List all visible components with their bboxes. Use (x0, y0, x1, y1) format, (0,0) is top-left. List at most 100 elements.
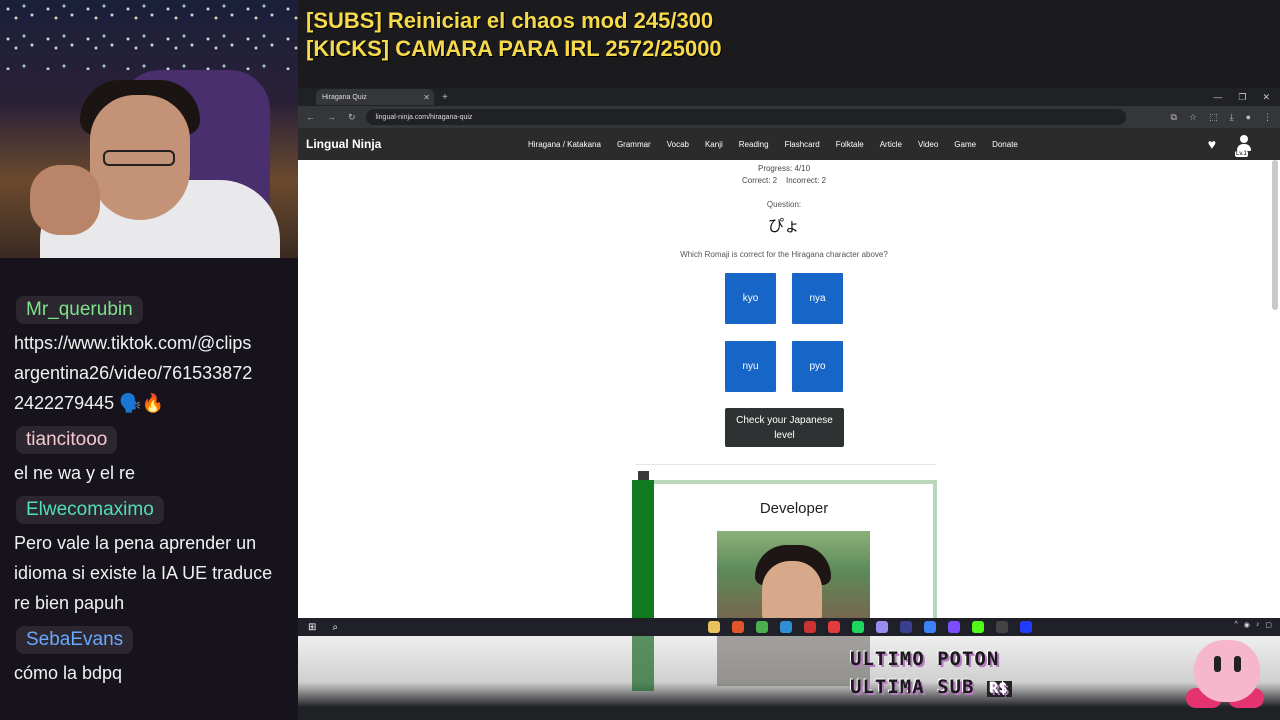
play-icon[interactable] (972, 621, 984, 633)
network-icon[interactable]: ◉ (1244, 621, 1250, 629)
file-explorer-icon[interactable] (708, 621, 720, 633)
url-field[interactable]: lingual-ninja.com/hiragana-quiz (365, 109, 1126, 125)
window-controls: — ❐ ✕ (1213, 92, 1270, 103)
nav-kanji[interactable]: Kanji (705, 140, 723, 149)
user-icon[interactable]: Lv.1 (1235, 135, 1252, 157)
menu-kebab-icon[interactable]: ⋮ (1263, 112, 1272, 123)
nav-grammar[interactable]: Grammar (617, 140, 651, 149)
answer-button-nya[interactable]: nya (792, 273, 843, 324)
blurred-green-bar (632, 636, 654, 691)
question-label: Question: (766, 200, 802, 209)
minimize-icon[interactable]: — (1213, 92, 1222, 103)
nav-game[interactable]: Game (954, 140, 976, 149)
overlay-last-poton: ULTIMO POTON (850, 648, 1000, 670)
steam-icon[interactable] (900, 621, 912, 633)
close-window-icon[interactable]: ✕ (1262, 92, 1270, 103)
notification-icon[interactable]: ▢ (1265, 621, 1272, 629)
webcam-feed (0, 0, 298, 258)
site-logo[interactable]: Lingual Ninja (306, 137, 381, 151)
windows-start-icon[interactable]: ⊞ (308, 622, 316, 633)
system-tray: ^ ◉ ♪ ▢ (1234, 621, 1272, 629)
brave-icon[interactable] (828, 621, 840, 633)
volume-icon[interactable]: ♪ (1256, 621, 1260, 629)
translate-icon[interactable]: ⧉ (1171, 112, 1177, 123)
score-text: Correct: 2 Incorrect: 2 (298, 176, 1270, 185)
level-badge: Lv.1 (1235, 151, 1248, 157)
extensions-icon[interactable]: ⬚ (1209, 112, 1218, 123)
edge-icon[interactable] (780, 621, 792, 633)
nav-donate[interactable]: Donate (992, 140, 1018, 149)
chat-text: https://www.tiktok.com/@clips argentina2… (14, 333, 253, 413)
nav-hiragana-katakana[interactable]: Hiragana / Katakana (528, 140, 601, 149)
telegram-icon[interactable] (924, 621, 936, 633)
chat-message: Mr_querubin https://www.tiktok.com/@clip… (0, 288, 298, 418)
nav-vocab[interactable]: Vocab (667, 140, 689, 149)
question-character: ぴょ (767, 218, 800, 235)
discord-icon[interactable] (948, 621, 960, 633)
chat-text: el ne wa y el re (14, 463, 136, 483)
forward-icon[interactable]: → (327, 112, 336, 123)
address-bar: ← → ↻ lingual-ninja.com/hiragana-quiz ⧉ … (298, 106, 1280, 128)
glasses (103, 150, 175, 166)
close-tab-icon[interactable]: ✕ (423, 93, 430, 102)
browser-window: Hiragana Quiz ✕ + — ❐ ✕ ← → ↻ lingual-ni… (298, 88, 1280, 631)
blurred-photo (717, 636, 870, 686)
url-text: lingual-ninja.com/hiragana-quiz (375, 113, 473, 121)
kicks-goal-text: [KICKS] CAMARA PARA IRL 2572/25000 (306, 36, 722, 61)
terminal-icon[interactable] (996, 621, 1008, 633)
green-accent-bar (632, 480, 654, 620)
reload-icon[interactable]: ↻ (348, 112, 356, 123)
quiz-page: Progress: 4/10 Correct: 2 Incorrect: 2 Q… (298, 160, 1280, 631)
nav-article[interactable]: Article (880, 140, 902, 149)
nav-video[interactable]: Video (918, 140, 938, 149)
profile-icon[interactable]: ● (1246, 112, 1251, 123)
site-navbar: Lingual Ninja Hiragana / Katakana Gramma… (298, 128, 1280, 160)
download-icon[interactable]: ⤓ (1230, 112, 1234, 123)
nav-flashcard[interactable]: Flashcard (785, 140, 820, 149)
incorrect-count: Incorrect: 2 (786, 176, 827, 185)
firefox-icon[interactable] (732, 621, 744, 633)
answer-button-pyo[interactable]: pyo (792, 341, 843, 392)
tab-hiragana-quiz[interactable]: Hiragana Quiz ✕ (316, 89, 434, 105)
stream-goal-banner: [SUBS] Reiniciar el chaos mod 245/300 [K… (298, 0, 1280, 88)
streamer-hand (30, 165, 100, 235)
chat-username: Mr_querubin (16, 296, 143, 324)
chat-username: tiancitooo (16, 426, 118, 454)
overlay-badge: R$ (986, 681, 1012, 697)
tab-title: Hiragana Quiz (322, 93, 367, 101)
chat-text: Pero vale la pena aprender un idioma si … (14, 533, 273, 613)
n-app-icon[interactable] (1020, 621, 1032, 633)
overlay-last-sub-text: ULTIMA SUB (850, 676, 975, 698)
kirby-sprite (1176, 636, 1272, 714)
nav-folktale[interactable]: Folktale (836, 140, 864, 149)
check-japanese-level-button[interactable]: Check your Japanese level (725, 408, 844, 447)
chat-text: cómo la bdpq (14, 663, 123, 683)
new-tab-icon[interactable]: + (442, 92, 448, 103)
maximize-icon[interactable]: ❐ (1238, 92, 1246, 103)
developer-title: Developer (759, 500, 829, 517)
overlay-last-sub: ULTIMA SUB R$ (850, 676, 1012, 698)
windows-taskbar: ⊞ ⌕ ^ ◉ ♪ ▢ (298, 618, 1280, 636)
webcam-background (0, 0, 298, 70)
stream-chat: Mr_querubin https://www.tiktok.com/@clip… (0, 258, 298, 720)
correct-count: Correct: 2 (741, 176, 778, 185)
answer-button-nyu[interactable]: nyu (725, 341, 776, 392)
page-scrollbar[interactable] (1272, 160, 1278, 310)
back-icon[interactable]: ← (306, 112, 315, 123)
taskbar-apps (708, 621, 1032, 633)
search-icon[interactable]: ⌕ (332, 622, 338, 633)
progress-text: Progress: 4/10 (757, 164, 811, 173)
chrome-icon[interactable] (756, 621, 768, 633)
app-icon[interactable] (804, 621, 816, 633)
question-prompt: Which Romaji is correct for the Hiragana… (680, 250, 888, 259)
obs-icon[interactable] (876, 621, 888, 633)
green-bar-cap (638, 471, 649, 480)
kick-icon[interactable] (852, 621, 864, 633)
developer-photo (717, 531, 870, 631)
chevron-up-icon[interactable]: ^ (1234, 621, 1237, 629)
heart-icon[interactable]: ♥ (1208, 136, 1216, 152)
nav-reading[interactable]: Reading (739, 140, 769, 149)
answer-button-kyo[interactable]: kyo (725, 273, 776, 324)
bookmark-star-icon[interactable]: ☆ (1189, 112, 1197, 123)
chat-username: Elwecomaximo (16, 496, 164, 524)
